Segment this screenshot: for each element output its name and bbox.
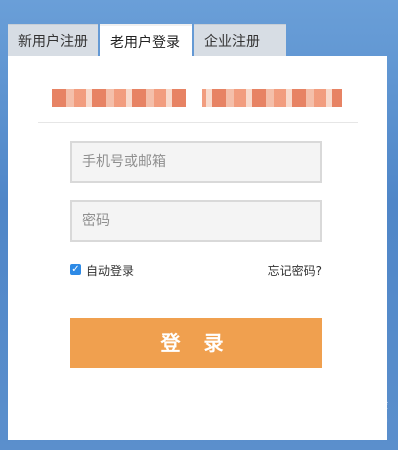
tab-new-user-register[interactable]: 新用户注册 [8, 24, 98, 58]
auto-login-label[interactable]: 自动登录 [86, 262, 134, 279]
phone-email-input[interactable]: 手机号或邮箱 [70, 141, 322, 183]
options-row: ✓ 自动登录 忘记密码? [70, 261, 322, 281]
auto-login-checkbox[interactable]: ✓ [70, 264, 81, 275]
tab-enterprise-register[interactable]: 企业注册 [194, 24, 286, 58]
tab-bar: 新用户注册 老用户登录 企业注册 [8, 24, 288, 58]
tab-existing-user-login[interactable]: 老用户登录 [100, 24, 192, 58]
password-input[interactable]: 密码 [70, 200, 322, 242]
divider [38, 122, 358, 123]
login-card: 手机号或邮箱 密码 ✓ 自动登录 忘记密码? 登 录 [8, 56, 387, 440]
login-button[interactable]: 登 录 [70, 318, 322, 368]
forgot-password-link[interactable]: 忘记密码? [268, 262, 322, 279]
watermark-url: jingyan.baidu.com [286, 412, 388, 425]
blurred-brand-gap [186, 89, 202, 107]
watermark-brand: Baidu 经验 [331, 398, 388, 411]
baidu-watermark: Baidu 经验 jingyan.baidu.com [278, 396, 388, 436]
